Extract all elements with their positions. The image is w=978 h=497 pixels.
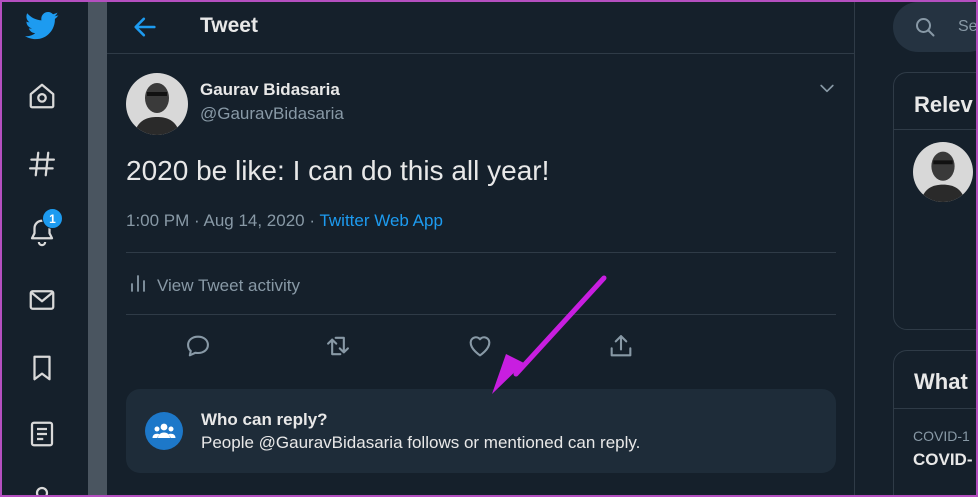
reply-icon[interactable] [184,332,212,360]
explore-hashtag-icon[interactable] [22,144,62,184]
back-arrow-icon[interactable] [131,13,159,41]
tweet-timestamp[interactable]: 1:00 PM · Aug 14, 2020 · [126,211,319,230]
retweet-icon[interactable] [324,332,352,360]
trend-category[interactable]: COVID-1 [913,428,970,444]
divider [894,129,978,130]
divider [126,314,836,315]
author-handle[interactable]: @GauravBidasaria [200,104,344,124]
whats-happening-title: What [914,369,968,394]
author-avatar[interactable] [126,73,188,135]
tweet-source-link[interactable]: Twitter Web App [319,211,442,230]
trend-name[interactable]: COVID- [913,450,973,470]
tweet-detail-column: Tweet Gaurav Bidasaria @GauravBidasaria … [107,0,855,497]
people-icon [145,412,183,450]
view-tweet-activity-label: View Tweet activity [157,275,300,295]
whats-happening-card: What [893,350,978,497]
tweet-meta: 1:00 PM · Aug 14, 2020 · Twitter Web App [126,211,443,231]
bookmarks-icon[interactable] [22,348,62,388]
home-icon[interactable] [22,76,62,116]
like-heart-icon[interactable] [466,332,494,360]
search-icon [913,15,937,44]
page-title: Tweet [200,14,258,37]
who-can-reply-title: Who can reply? [201,410,328,429]
bar-chart-icon [129,273,147,298]
author-name[interactable]: Gaurav Bidasaria [200,80,340,100]
who-can-reply-description: People @GauravBidasaria follows or menti… [201,433,641,452]
view-tweet-activity-button[interactable]: View Tweet activity [129,273,300,298]
relevant-people-title: Relev [914,92,973,117]
share-icon[interactable] [607,332,635,360]
divider [894,408,978,409]
notification-count-badge: 1 [42,208,63,229]
messages-envelope-icon[interactable] [22,280,62,320]
divider [126,252,836,253]
chevron-down-icon[interactable] [817,78,837,98]
relevant-person-avatar[interactable] [913,142,973,202]
left-nav: 1 [0,0,88,497]
lists-icon[interactable] [22,414,62,454]
profile-icon[interactable] [22,478,62,497]
tweet-text: 2020 be like: I can do this all year! [126,155,550,186]
search-placeholder: Se [958,18,978,35]
who-can-reply-panel: Who can reply? People @GauravBidasaria f… [126,389,836,473]
page-header: Tweet [107,0,855,54]
twitter-logo-icon[interactable] [22,6,62,46]
column-divider [88,0,107,497]
